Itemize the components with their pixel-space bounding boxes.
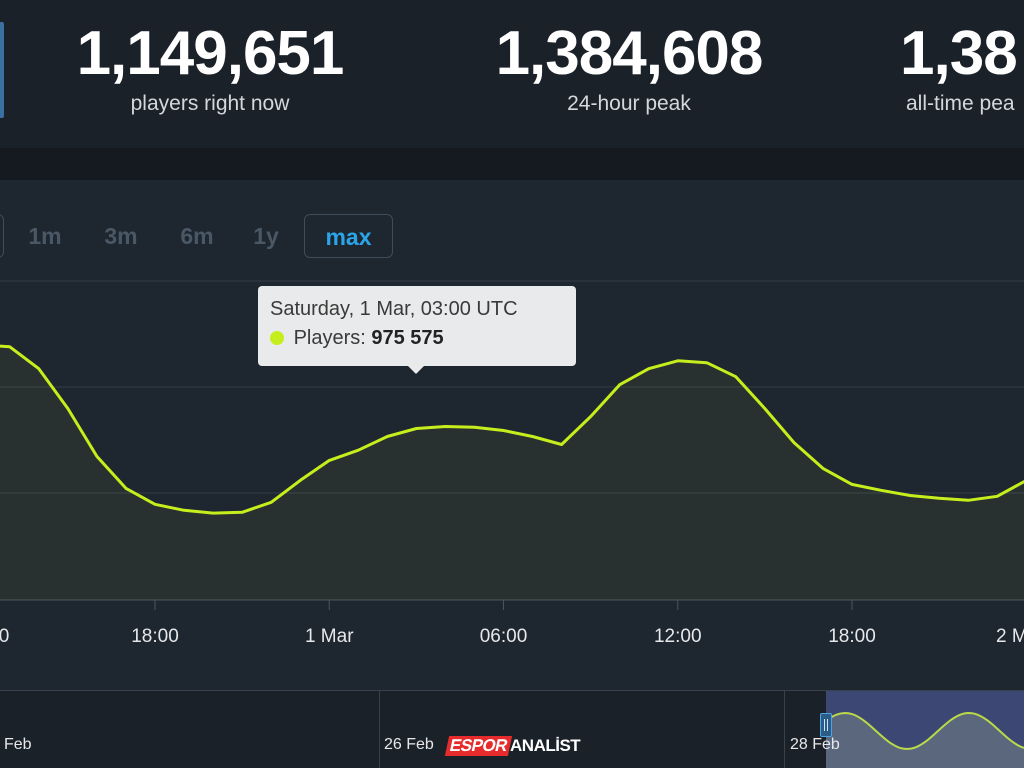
- tooltip-value: 975 575: [371, 327, 444, 349]
- watermark-part-a: ESPOR: [444, 736, 513, 756]
- range-button-6m[interactable]: 6m: [172, 214, 222, 258]
- navigator-chart: [825, 711, 1024, 768]
- range-button-3m[interactable]: 3m: [96, 214, 146, 258]
- peak-24h-label: 24-hour peak: [567, 92, 691, 115]
- x-tick-label: 06:00: [479, 626, 528, 647]
- x-tick-label: 18:00: [131, 626, 179, 647]
- watermark-logo: ESPORANALİST: [444, 736, 581, 756]
- x-tick-label: 18:00: [828, 626, 876, 647]
- navigator-label: 28 Feb: [790, 736, 840, 753]
- series-area: [0, 346, 1024, 600]
- stat-current-players: 1,149,651 players right now: [62, 22, 358, 116]
- navigator-area: [826, 713, 1024, 768]
- all-time-peak-value: 1,38: [900, 19, 1018, 88]
- range-button-1y[interactable]: 1y: [244, 214, 288, 258]
- range-button-1m[interactable]: 1m: [20, 214, 70, 258]
- app-logo: [0, 22, 4, 118]
- x-axis-ticks: [154, 600, 853, 610]
- navigator-handle[interactable]: [820, 713, 832, 737]
- range-button-previous[interactable]: [0, 214, 4, 258]
- section-divider: [0, 148, 1024, 180]
- chart-tooltip: Saturday, 1 Mar, 03:00 UTC Players: 975 …: [258, 286, 576, 374]
- current-players-label: players right now: [130, 92, 290, 115]
- x-tick-label: 2 M: [996, 626, 1024, 647]
- peak-24h-value: 1,384,608: [495, 19, 764, 88]
- x-tick-label: 12:00: [653, 626, 702, 647]
- tooltip-series-label: Players:: [293, 327, 366, 349]
- x-tick-label: 1 Mar: [304, 626, 354, 647]
- tooltip-row: Players: 975 575: [270, 327, 576, 350]
- current-players-value: 1,149,651: [76, 19, 345, 88]
- watermark-part-b: ANALİST: [510, 736, 581, 755]
- tooltip-title: Saturday, 1 Mar, 03:00 UTC: [270, 298, 518, 320]
- series-dot-icon: [270, 331, 284, 345]
- stat-24h-peak: 1,384,608 24-hour peak: [476, 22, 782, 116]
- navigator-label: 26 Feb: [384, 736, 434, 753]
- x-tick-label: 0: [0, 626, 10, 647]
- stat-all-time-peak: 1,38 all-time pea: [900, 22, 1024, 116]
- handle-grip-icon: [824, 719, 828, 731]
- range-button-max[interactable]: max: [304, 214, 393, 258]
- navigator-label: Feb: [4, 736, 32, 753]
- all-time-peak-label: all-time pea: [906, 92, 1015, 115]
